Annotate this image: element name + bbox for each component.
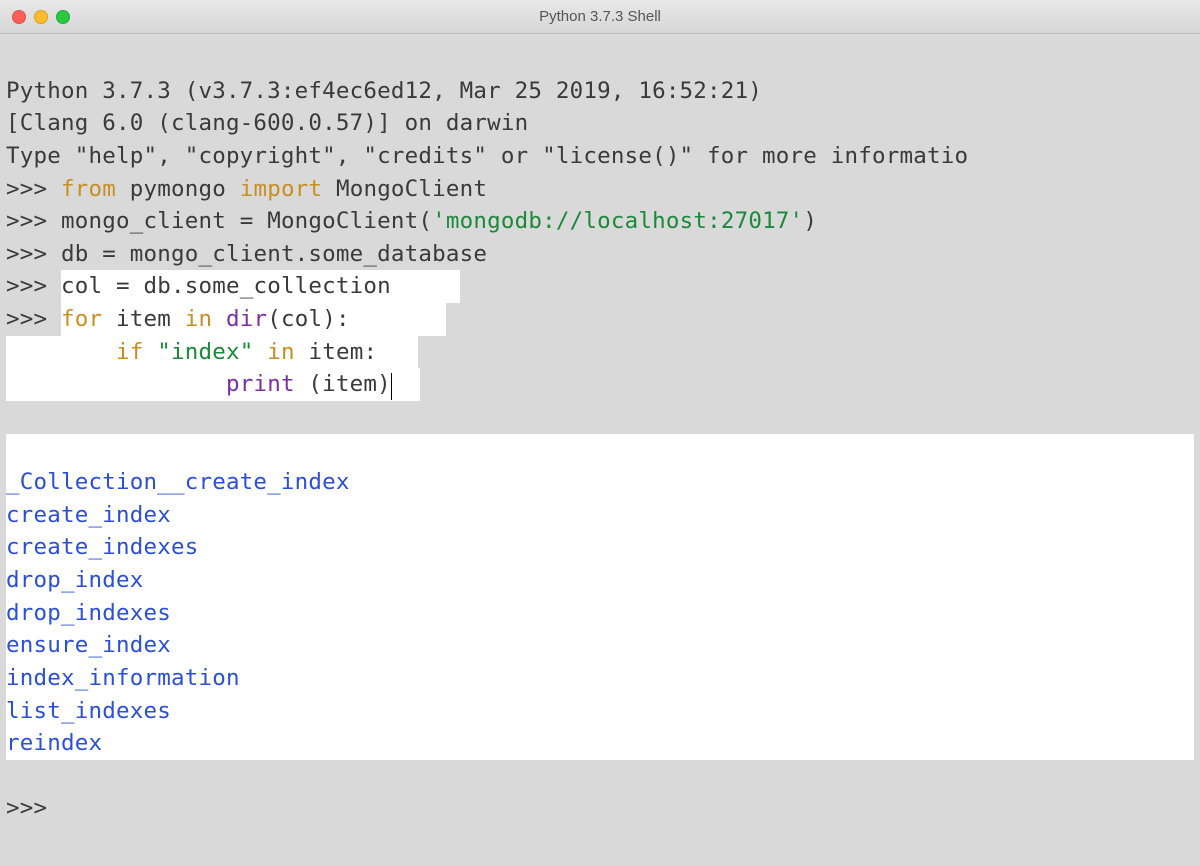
output-line: create_indexes	[6, 534, 198, 560]
banner-line: Python 3.7.3 (v3.7.3:ef4ec6ed12, Mar 25 …	[6, 78, 776, 104]
code-token: in	[267, 339, 295, 365]
banner-line: Type "help", "copyright", "credits" or "…	[6, 143, 968, 169]
code-token: pymongo	[116, 176, 240, 202]
code-token: item	[102, 306, 184, 332]
banner-line: [Clang 6.0 (clang-600.0.57)] on darwin	[6, 110, 528, 136]
code-token: from	[61, 176, 116, 202]
output-line: ensure_index	[6, 632, 171, 658]
prompt: >>>	[6, 241, 61, 267]
code-token: import	[240, 176, 322, 202]
code-indent	[6, 371, 226, 397]
code-token	[143, 339, 157, 365]
prompt: >>>	[6, 795, 61, 821]
prompt: >>>	[6, 208, 61, 234]
code-token: col = db.some_collection	[61, 273, 391, 299]
code-indent	[6, 339, 116, 365]
close-icon[interactable]	[12, 10, 26, 24]
output-line: drop_index	[6, 567, 143, 593]
code-token: (col):	[267, 306, 349, 332]
code-token: (item)	[295, 371, 391, 397]
output-line: reindex	[6, 730, 102, 756]
prompt: >>>	[6, 273, 61, 299]
output-line: create_index	[6, 502, 171, 528]
code-token: 'mongodb://localhost:27017'	[432, 208, 803, 234]
code-token: for	[61, 306, 102, 332]
prompt: >>>	[6, 306, 61, 332]
output-line: list_indexes	[6, 698, 171, 724]
code-token: in	[185, 306, 213, 332]
output-line: _Collection__create_index	[6, 469, 350, 495]
code-token: item:	[295, 339, 377, 365]
output-line: index_information	[6, 665, 240, 691]
code-token	[253, 339, 267, 365]
code-token: dir	[212, 306, 267, 332]
highlighted-code: for item in dir(col):	[61, 303, 446, 336]
output-block: _Collection__create_index create_index c…	[6, 434, 1194, 760]
window-title: Python 3.7.3 Shell	[0, 8, 1200, 25]
code-token: )	[803, 208, 817, 234]
window-titlebar: Python 3.7.3 Shell	[0, 0, 1200, 34]
highlighted-code: print (item)	[6, 368, 420, 401]
minimize-icon[interactable]	[34, 10, 48, 24]
code-token: if	[116, 339, 144, 365]
zoom-icon[interactable]	[56, 10, 70, 24]
prompt: >>>	[6, 176, 61, 202]
traffic-lights	[12, 10, 70, 24]
highlighted-code: col = db.some_collection	[61, 270, 460, 303]
code-token: mongo_client = MongoClient(	[61, 208, 432, 234]
code-token: db = mongo_client.some_database	[61, 241, 487, 267]
output-line: drop_indexes	[6, 600, 171, 626]
shell-viewport[interactable]: Python 3.7.3 (v3.7.3:ef4ec6ed12, Mar 25 …	[0, 34, 1200, 833]
code-token: print	[226, 371, 295, 397]
highlighted-code: if "index" in item:	[6, 336, 418, 369]
code-token: MongoClient	[322, 176, 487, 202]
text-cursor	[391, 373, 393, 400]
code-token: "index"	[157, 339, 253, 365]
